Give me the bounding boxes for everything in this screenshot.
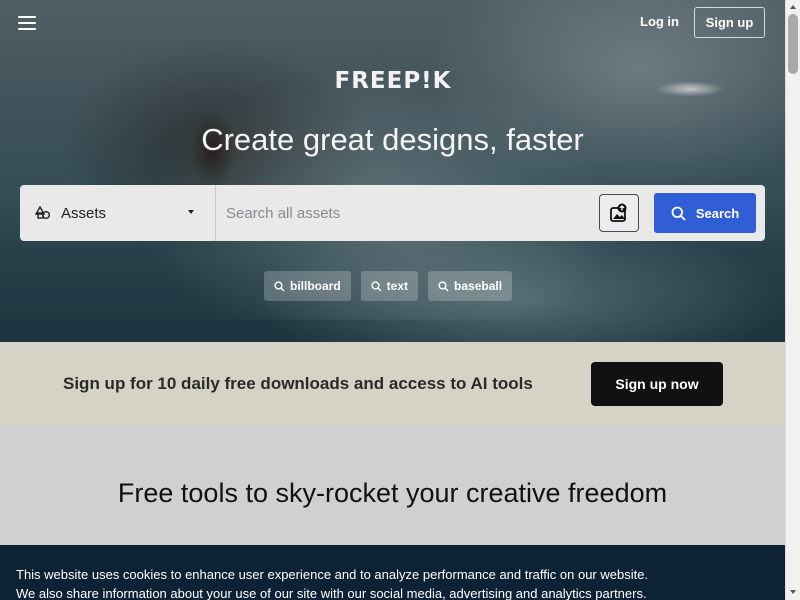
login-link[interactable]: Log in <box>640 14 679 29</box>
hamburger-menu-icon[interactable] <box>18 12 42 34</box>
asset-type-dropdown[interactable]: Assets <box>20 185 216 241</box>
tag-label: billboard <box>290 279 341 293</box>
hero-title: Create great designs, faster <box>201 122 584 157</box>
chevron-down-icon <box>188 210 194 214</box>
search-input[interactable] <box>216 185 599 241</box>
search-button-label: Search <box>695 205 740 221</box>
tag-label: baseball <box>454 279 503 293</box>
image-search-icon <box>610 203 627 222</box>
search-bar: Assets Search <box>20 185 765 241</box>
cookie-text-line-2: We also share information about your use… <box>16 586 647 600</box>
scroll-down-arrow-icon[interactable] <box>790 590 796 594</box>
free-tools-title: Free tools to sky-rocket your creative f… <box>117 478 668 508</box>
suggested-tags: billboard text baseball <box>264 271 513 301</box>
hero-section: Log in Sign up FREEP!K Create great desi… <box>0 0 785 342</box>
search-icon <box>438 280 449 291</box>
page-viewport: Log in Sign up FREEP!K Create great desi… <box>0 0 785 600</box>
signup-promo-banner: Sign up for 10 daily free downloads and … <box>0 342 785 426</box>
cookie-banner: This website uses cookies to enhance use… <box>0 545 785 600</box>
promo-text: Sign up for 10 daily free downloads and … <box>63 374 533 393</box>
signup-now-button[interactable]: Sign up now <box>591 362 723 406</box>
tag-baseball[interactable]: baseball <box>428 271 513 301</box>
scroll-up-arrow-icon[interactable] <box>790 5 796 9</box>
asset-type-label: Assets <box>61 204 107 222</box>
tag-billboard[interactable]: billboard <box>264 271 351 301</box>
search-icon <box>671 206 686 220</box>
signup-button[interactable]: Sign up <box>694 7 765 38</box>
tag-text[interactable]: text <box>360 271 419 301</box>
search-icon <box>274 280 285 291</box>
scrollbar-thumb[interactable] <box>788 14 798 74</box>
vertical-scrollbar[interactable] <box>785 0 800 600</box>
image-search-button[interactable] <box>599 194 639 232</box>
search-icon <box>371 280 382 291</box>
cookie-text-line-1: This website uses cookies to enhance use… <box>16 567 649 582</box>
freepik-logo[interactable]: FREEP!K <box>326 68 460 96</box>
search-button[interactable]: Search <box>654 193 756 233</box>
tag-label: text <box>386 279 409 293</box>
assets-icon <box>35 206 51 220</box>
